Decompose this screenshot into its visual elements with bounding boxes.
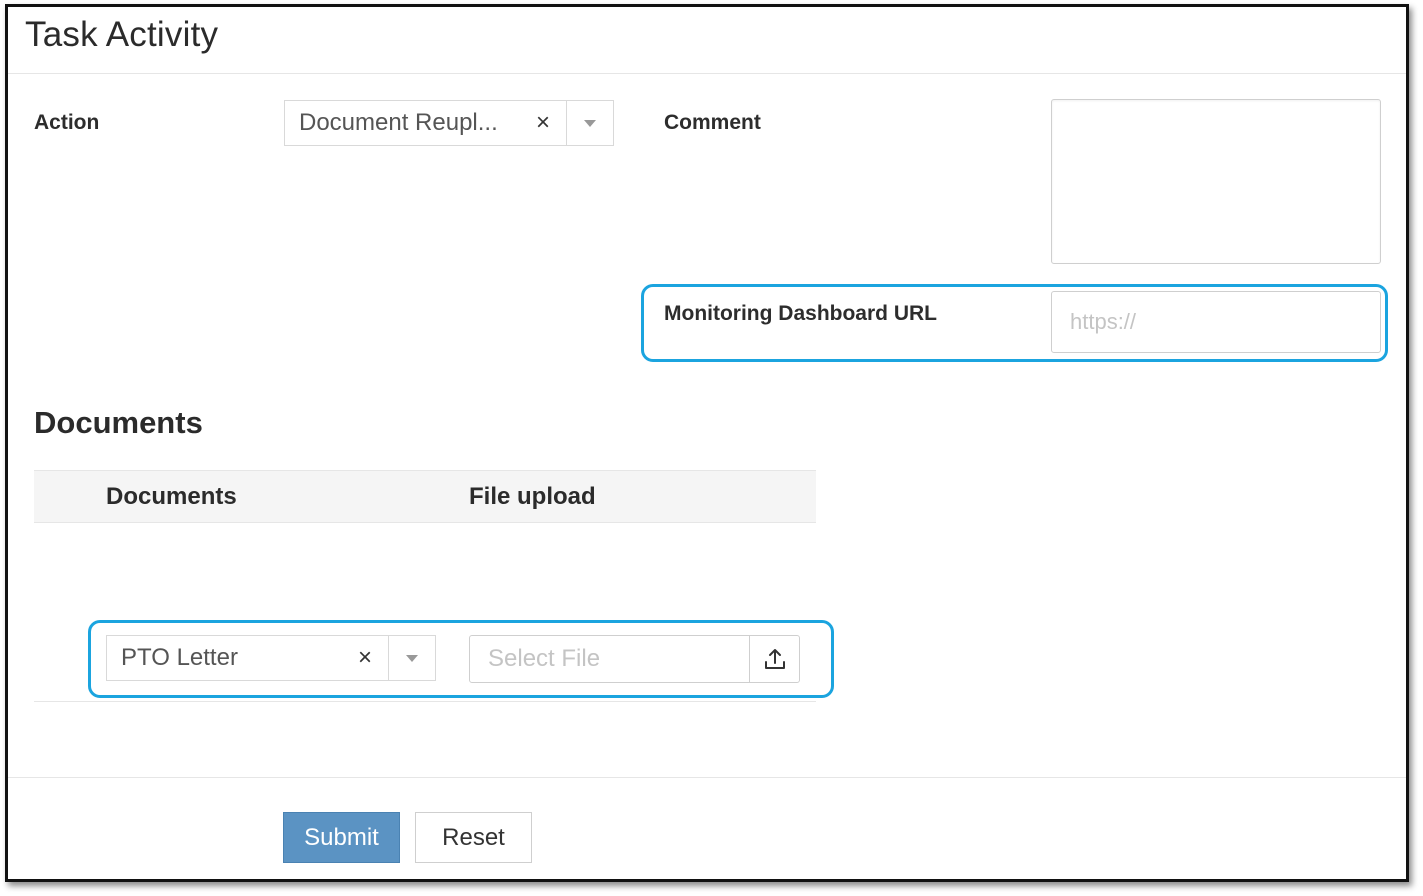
chevron-down-icon[interactable]: [389, 636, 435, 680]
comment-label: Comment: [664, 111, 761, 134]
footer-divider: [8, 777, 1406, 778]
upload-button[interactable]: [749, 636, 799, 682]
action-label: Action: [34, 111, 100, 134]
submit-button[interactable]: Submit: [283, 812, 400, 863]
comment-textarea[interactable]: [1051, 99, 1381, 264]
documents-section-title: Documents: [34, 405, 203, 440]
action-select-value: Document Reupl...: [299, 109, 498, 136]
title-divider: [8, 73, 1406, 74]
action-select[interactable]: Document Reupl... ×: [284, 100, 614, 146]
file-upload-placeholder: Select File: [488, 645, 601, 672]
column-header-documents: Documents: [106, 483, 237, 510]
upload-icon: [764, 649, 785, 669]
chevron-down-icon[interactable]: [567, 101, 613, 145]
documents-table-header: Documents File upload: [34, 470, 816, 523]
close-icon[interactable]: ×: [520, 101, 566, 145]
column-header-file-upload: File upload: [469, 483, 596, 510]
task-activity-panel: Task Activity Action Document Reupl... ×…: [5, 4, 1409, 882]
url-input[interactable]: [1051, 291, 1381, 353]
url-label: Monitoring Dashboard URL: [664, 302, 937, 325]
close-icon[interactable]: ×: [342, 636, 388, 680]
reset-button[interactable]: Reset: [415, 812, 532, 863]
document-type-value: PTO Letter: [121, 644, 238, 671]
page-title: Task Activity: [25, 15, 219, 54]
table-row-divider: [34, 701, 816, 702]
file-upload-field[interactable]: Select File: [469, 635, 800, 683]
document-type-select[interactable]: PTO Letter ×: [106, 635, 436, 681]
